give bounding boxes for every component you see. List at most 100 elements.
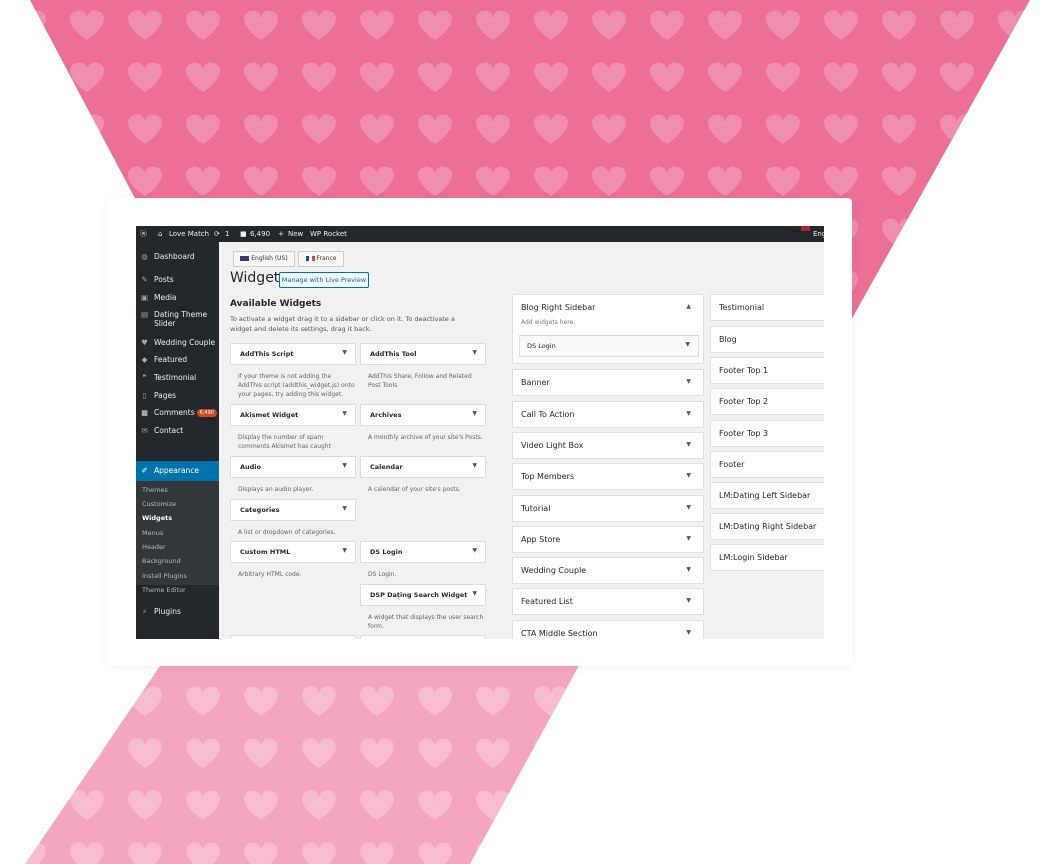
submenu-install-plugins[interactable]: Install Plugins — [142, 572, 187, 580]
admin-sidebar: ◍ Dashboard ✎ Posts ▣ Media ▤ Dating Theme S… — [136, 242, 219, 639]
language-switcher[interactable]: Eng — [813, 226, 824, 242]
sidebar-footer-top-3[interactable]: Footer Top 3 — [710, 420, 824, 447]
sidebar-tutorial[interactable]: Tutorial ▼ — [512, 495, 704, 522]
widget-desc: A monthly archive of your site's Posts. — [368, 434, 483, 441]
mail-icon: ✉ — [141, 426, 148, 435]
widget-desc: Arbitrary HTML code. — [238, 571, 302, 578]
widget-addthis-tool[interactable]: AddThis Tool ▼ — [360, 343, 486, 365]
plus-icon: + — [278, 230, 284, 238]
sidebar-blog[interactable]: Blog — [710, 326, 824, 353]
caret-down-icon: ▼ — [342, 505, 347, 512]
widget-ds-login[interactable]: DS Login ▼ — [360, 541, 486, 563]
pages-icon: ▯ — [142, 391, 147, 400]
live-preview-button[interactable]: Manage with Live Preview — [279, 272, 369, 288]
caret-down-icon: ▼ — [472, 462, 477, 469]
available-widgets-desc: To activate a widget drag it to a sideba… — [230, 315, 455, 333]
caret-down-icon: ▼ — [686, 597, 691, 604]
dashboard-icon: ◍ — [141, 252, 148, 261]
tab-france[interactable]: France — [298, 251, 344, 267]
widget-akismet[interactable]: Akismet Widget ▼ — [230, 404, 356, 426]
sidebar-lm-login[interactable]: LM:Login Sidebar — [710, 544, 824, 571]
widget-audio[interactable]: Audio ▼ — [230, 456, 356, 478]
submenu-menus[interactable]: Menus — [142, 529, 163, 537]
caret-down-icon: ▼ — [472, 590, 477, 597]
slider-icon: ▤ — [140, 310, 149, 319]
submenu-header[interactable]: Header — [142, 543, 166, 551]
caret-down-icon: ▼ — [472, 410, 477, 417]
caret-down-icon: ▼ — [472, 547, 477, 554]
widget-partial[interactable] — [230, 635, 356, 639]
widget-custom-html[interactable]: Custom HTML ▼ — [230, 541, 356, 563]
sidebar-banner[interactable]: Banner ▼ — [512, 369, 704, 396]
sidebar-footer[interactable]: Footer — [710, 451, 824, 478]
caret-down-icon: ▼ — [686, 535, 691, 542]
sidebar-lm-dating-left[interactable]: LM:Dating Left Sidebar — [710, 482, 824, 509]
sidebar-footer-top-1[interactable]: Footer Top 1 — [710, 357, 824, 384]
comment-icon: ■ — [240, 230, 247, 238]
sidebar-video-light-box[interactable]: Video Light Box ▼ — [512, 432, 704, 459]
widget-desc: A widget that displays the user search f… — [368, 614, 484, 630]
new-link[interactable]: New — [288, 226, 303, 242]
sidebar-hint: Add widgets here. — [521, 319, 576, 326]
sidebar-cta-middle-section[interactable]: CTA Middle Section ▼ — [512, 620, 704, 639]
caret-down-icon: ▼ — [686, 472, 691, 479]
tab-english[interactable]: English (US) — [233, 251, 295, 267]
media-icon: ▣ — [140, 293, 149, 302]
widget-desc: AddThis Share, Follow and Related Post T… — [368, 373, 472, 389]
sidebar-wedding-couple[interactable]: Wedding Couple ▼ — [512, 557, 704, 584]
comments-count[interactable]: 6,490 — [250, 226, 270, 242]
caret-down-icon: ▼ — [342, 547, 347, 554]
sidebar-widget-ds-login[interactable]: DS Login ▼ — [519, 335, 699, 357]
sidebar-featured-list[interactable]: Featured List ▼ — [512, 588, 704, 615]
sidebar-testimonial[interactable]: Testimonial — [710, 294, 824, 321]
sidebar-lm-dating-right[interactable]: LM:Dating Right Sidebar — [710, 513, 824, 540]
widget-desc: Display the number of spam comments Akis… — [238, 434, 331, 450]
caret-down-icon: ▼ — [342, 462, 347, 469]
sidebar-footer-top-2[interactable]: Footer Top 2 — [710, 388, 824, 415]
admin-bar: ⓦ ⌂ Love Match ⟳ 1 ■ 6,490 + New WP Rock… — [136, 226, 824, 242]
fr-flag-icon — [305, 256, 315, 261]
quote-icon: ❞ — [142, 373, 147, 382]
blog-right-sidebar[interactable]: Blog Right Sidebar ▲ Add widgets here. D… — [512, 294, 704, 364]
caret-down-icon: ▼ — [686, 378, 691, 385]
submenu-widgets[interactable]: Widgets — [142, 514, 172, 522]
updates-icon: ⟳ — [214, 230, 220, 238]
widget-desc: Displays an audio player. — [238, 486, 314, 493]
brush-icon: ✐ — [141, 466, 148, 475]
widget-desc: If your theme is not adding the AddThis … — [238, 373, 355, 398]
submenu-background[interactable]: Background — [142, 557, 181, 565]
wp-rocket-link[interactable]: WP Rocket — [310, 226, 347, 242]
widget-dsp-dating-search[interactable]: DSP Dating Search Widget ▼ — [360, 584, 486, 606]
comments-badge: 6,490 — [196, 409, 217, 417]
caret-down-icon: ▼ — [686, 566, 691, 573]
caret-down-icon: ▼ — [686, 410, 691, 417]
sidebar-title: Blog Right Sidebar — [521, 303, 596, 312]
caret-down-icon: ▼ — [472, 349, 477, 356]
wp-admin-screen: ⓦ ⌂ Love Match ⟳ 1 ■ 6,490 + New WP Rock… — [136, 226, 824, 639]
caret-down-icon: ▼ — [686, 441, 691, 448]
caret-up-icon[interactable]: ▲ — [686, 303, 691, 310]
widget-addthis-script[interactable]: AddThis Script ▼ — [230, 343, 356, 365]
submenu-themes[interactable]: Themes — [142, 486, 168, 494]
caret-down-icon: ▼ — [342, 410, 347, 417]
sidebar-top-members[interactable]: Top Members ▼ — [512, 463, 704, 490]
home-icon: ⌂ — [158, 230, 163, 238]
wordpress-icon[interactable]: ⓦ — [140, 226, 147, 242]
updates-count[interactable]: 1 — [225, 226, 229, 242]
tag-icon: ◆ — [141, 355, 148, 364]
site-name-link[interactable]: Love Match — [169, 226, 209, 242]
sidebar-app-store[interactable]: App Store ▼ — [512, 526, 704, 553]
available-widgets-title: Available Widgets — [230, 299, 322, 309]
widget-partial[interactable] — [360, 635, 486, 639]
widget-archives[interactable]: Archives ▼ — [360, 404, 486, 426]
sidebar-call-to-action[interactable]: Call To Action ▼ — [512, 401, 704, 428]
comment-icon: ■ — [140, 408, 149, 417]
widget-categories[interactable]: Categories ▼ — [230, 499, 356, 521]
caret-down-icon: ▼ — [686, 629, 691, 636]
submenu-theme-editor[interactable]: Theme Editor — [142, 586, 186, 594]
widget-calendar[interactable]: Calendar ▼ — [360, 456, 486, 478]
us-flag-icon — [240, 256, 250, 261]
heart-icon: ♥ — [141, 338, 148, 347]
widget-desc: A calendar of your site's posts. — [368, 486, 461, 493]
submenu-customize[interactable]: Customize — [142, 500, 176, 508]
